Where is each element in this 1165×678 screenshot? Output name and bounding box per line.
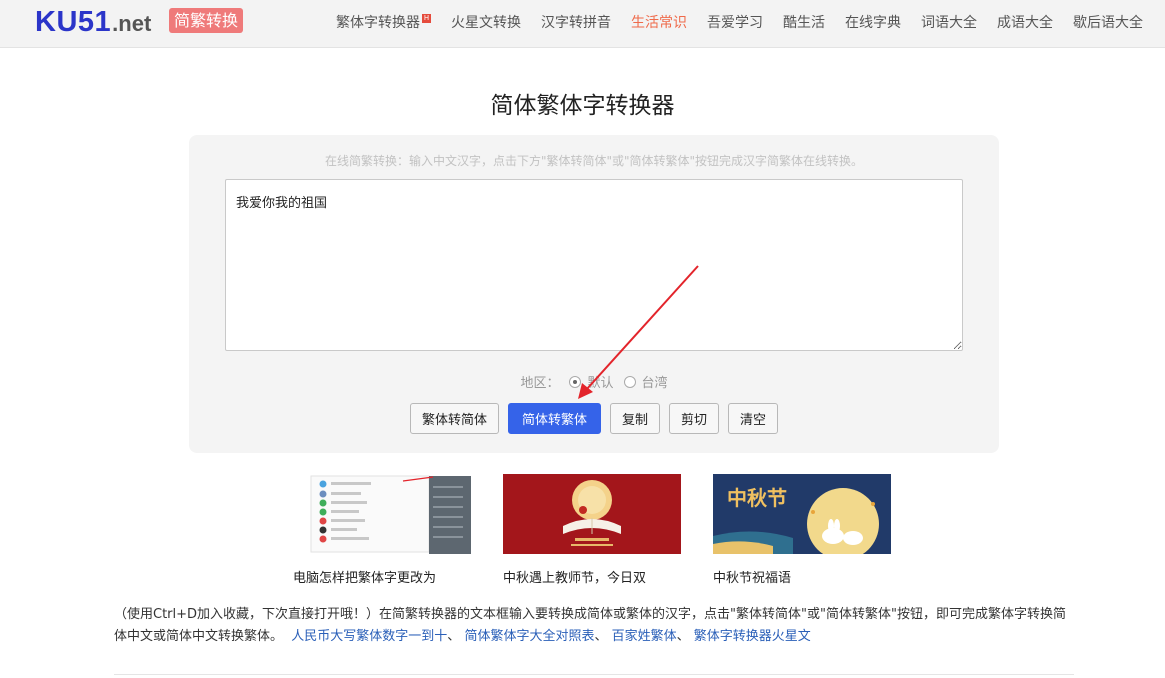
- nav-item-life-tips[interactable]: 生活常识: [631, 12, 687, 32]
- nav-item-idioms[interactable]: 成语大全: [997, 12, 1053, 32]
- mid-autumn-festival-icon: 中秋节: [713, 474, 891, 554]
- hot-icon: H: [422, 14, 431, 23]
- region-option-default-label[interactable]: 默认: [587, 372, 613, 391]
- article-card[interactable]: 中秋节 中秋节祝福语: [713, 474, 891, 586]
- converter-hint: 在线简繁转换：输入中文汉字，点击下方"繁体转简体"或"简体转繁体"按钮完成汉字简…: [324, 154, 864, 168]
- nav-item-xiehouyu[interactable]: 歇后语大全: [1073, 12, 1143, 32]
- clear-button[interactable]: 清空: [728, 403, 779, 434]
- related-link[interactable]: 繁体字转换器火星文: [694, 629, 811, 644]
- region-radio-default[interactable]: [569, 375, 582, 388]
- region-label: 地区：: [520, 376, 560, 391]
- nav-item-label: 繁体字转换器: [336, 15, 420, 31]
- nav-item-cool-life[interactable]: 酷生活: [783, 12, 825, 32]
- nav-item-study[interactable]: 吾爱学习: [707, 12, 763, 32]
- related-link[interactable]: 百家姓繁体: [612, 629, 677, 644]
- copy-button[interactable]: 复制: [609, 403, 660, 434]
- top-nav: 繁体字转换器 H 火星文转换 汉字转拼音 生活常识 吾爱学习 酷生活 在线字典 词…: [336, 0, 1143, 44]
- article-cards: 电脑怎样把繁体字更改为 中秋遇上教师节，今日双 中秋节 中秋节祝福语: [293, 474, 891, 586]
- site-header: KU51 .net 简繁转换 繁体字转换器 H 火星文转换 汉字转拼音 生活常识 …: [0, 0, 1165, 48]
- article-caption[interactable]: 电脑怎样把繁体字更改为: [293, 567, 471, 586]
- action-buttons: 繁体转简体 简体转繁体 复制 剪切 清空: [189, 403, 999, 434]
- article-thumbnail[interactable]: [293, 474, 471, 554]
- logo-tld-text: .net: [112, 11, 152, 36]
- page-description: （使用Ctrl+D加入收藏，下次直接打开哦！）在简繁转换器的文本框输入要转换成简…: [114, 607, 1066, 644]
- to-traditional-button[interactable]: 简体转繁体: [507, 403, 601, 434]
- nav-item-traditional-converter[interactable]: 繁体字转换器 H: [336, 12, 431, 32]
- site-logo[interactable]: KU51 .net: [35, 6, 151, 40]
- nav-item-martian-text[interactable]: 火星文转换: [451, 12, 521, 32]
- nav-item-pinyin[interactable]: 汉字转拼音: [541, 12, 611, 32]
- site-badge[interactable]: 简繁转换: [169, 8, 244, 33]
- logo-main-text: KU51: [35, 6, 112, 38]
- article-caption[interactable]: 中秋遇上教师节，今日双: [503, 567, 681, 586]
- article-thumbnail[interactable]: [503, 474, 681, 554]
- article-card[interactable]: 电脑怎样把繁体字更改为: [293, 474, 471, 586]
- to-simplified-button[interactable]: 繁体转简体: [409, 403, 499, 434]
- mid-autumn-teacher-day-icon: [503, 474, 681, 554]
- article-card[interactable]: 中秋遇上教师节，今日双: [503, 474, 681, 586]
- nav-item-words[interactable]: 词语大全: [921, 12, 977, 32]
- region-selector: 地区： 默认 台湾: [189, 372, 999, 391]
- article-thumbnail[interactable]: 中秋节: [713, 474, 891, 554]
- cut-button[interactable]: 剪切: [669, 403, 720, 434]
- conversion-textarea[interactable]: 我爱你我的祖国: [225, 179, 963, 351]
- related-link[interactable]: 人民币大写繁体数字一到十: [291, 629, 447, 644]
- section-divider: [114, 674, 1074, 675]
- page-title: 简体繁体字转换器: [490, 93, 675, 119]
- converter-panel: 在线简繁转换：输入中文汉字，点击下方"繁体转简体"或"简体转繁体"按钮完成汉字简…: [189, 135, 999, 453]
- related-link[interactable]: 简体繁体字大全对照表: [464, 629, 594, 644]
- region-option-taiwan-label[interactable]: 台湾: [642, 372, 668, 391]
- article-caption[interactable]: 中秋节祝福语: [713, 567, 891, 586]
- region-radio-taiwan[interactable]: [623, 375, 636, 388]
- svg-text:中秋节: 中秋节: [727, 486, 787, 510]
- nav-item-dictionary[interactable]: 在线字典: [845, 12, 901, 32]
- screenshot-thumbnail-icon: [293, 474, 471, 554]
